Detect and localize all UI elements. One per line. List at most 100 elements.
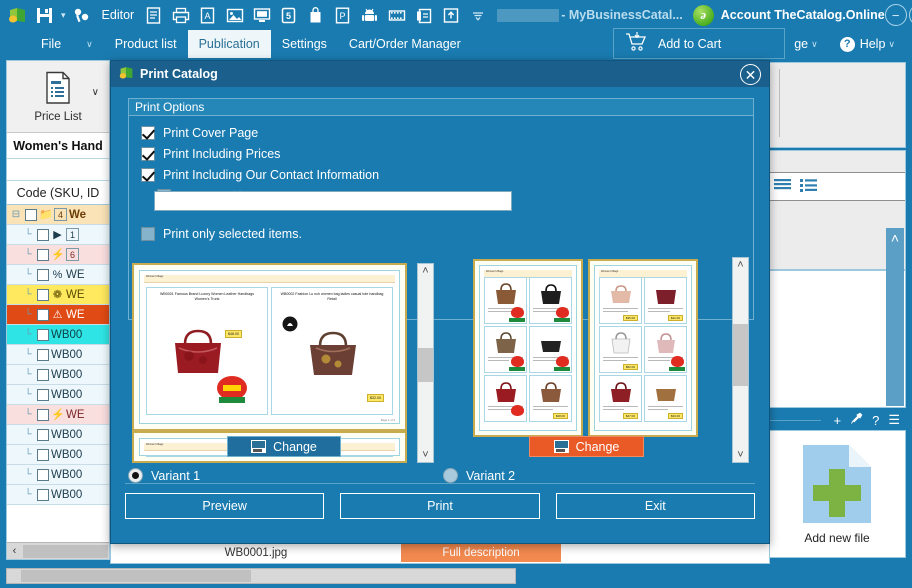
menu-button[interactable]: ☰: [888, 412, 900, 428]
menu-item-publication[interactable]: Publication: [187, 30, 271, 58]
row-checkbox[interactable]: [25, 208, 37, 221]
tree-toggle-icon[interactable]: └: [21, 469, 35, 480]
checkbox-print-only-selected[interactable]: Print only selected items.: [129, 223, 302, 244]
menu-item-help[interactable]: ? Help ∨: [829, 36, 906, 52]
exit-button[interactable]: Exit: [555, 493, 755, 519]
checkbox-icon[interactable]: [141, 146, 155, 161]
variant-1-preview[interactable]: Women's Bags WB0001 Famous Brand Luxury …: [132, 263, 407, 431]
product-list-hscrollbar[interactable]: ‹: [7, 542, 109, 559]
variant-1-scroll-thumb[interactable]: [418, 348, 433, 382]
save-icon[interactable]: [31, 2, 58, 28]
row-checkbox[interactable]: [37, 268, 49, 281]
tree-toggle-icon[interactable]: └: [21, 249, 35, 260]
checkbox-icon[interactable]: [141, 125, 155, 140]
checkbox-icon[interactable]: [141, 226, 155, 241]
right-panel-scroll-up[interactable]: ˄: [886, 228, 904, 406]
table-row[interactable]: └ WB00: [7, 345, 109, 365]
table-row[interactable]: └ WB00: [7, 445, 109, 465]
html5-export-icon[interactable]: 5: [275, 2, 302, 28]
tree-toggle-icon[interactable]: └: [21, 389, 35, 400]
menu-item-cart-order-manager[interactable]: Cart/Order Manager: [338, 30, 472, 58]
change-variant-2-button[interactable]: Change: [529, 436, 644, 457]
pin-icon[interactable]: [850, 412, 863, 428]
variant-2-preview[interactable]: Women's Bags $28.00 Women's Bags $35.00 …: [473, 259, 701, 437]
change-variant-1-button[interactable]: Change: [227, 436, 341, 457]
minimize-button[interactable]: −: [884, 4, 907, 26]
table-row[interactable]: └ ▶ 1: [7, 225, 109, 245]
tree-toggle-icon[interactable]: └: [21, 309, 35, 320]
image-export-icon[interactable]: [221, 2, 248, 28]
table-row[interactable]: └ WB00: [7, 385, 109, 405]
tree-toggle-icon[interactable]: └: [21, 429, 35, 440]
menu-item-product-list[interactable]: Product list: [104, 30, 188, 58]
checkbox-print-cover-page[interactable]: Print Cover Page: [129, 122, 753, 143]
tree-toggle-icon[interactable]: └: [21, 409, 35, 420]
table-row[interactable]: └ ❁ WE: [7, 285, 109, 305]
row-checkbox[interactable]: [37, 308, 49, 321]
tree-toggle-icon[interactable]: └: [21, 329, 35, 340]
tree-toggle-icon[interactable]: └: [21, 349, 35, 360]
save-dropdown-caret-icon[interactable]: ▾: [58, 10, 69, 21]
add-button[interactable]: +: [834, 413, 842, 428]
tree-toggle-icon[interactable]: └: [21, 489, 35, 500]
tree-toggle-icon[interactable]: └: [21, 229, 35, 240]
help-button[interactable]: ?: [872, 413, 879, 428]
filter-input[interactable]: [7, 159, 109, 181]
table-row[interactable]: └ ⚡ 6: [7, 245, 109, 265]
upload-export-icon[interactable]: [437, 2, 464, 28]
editor-tools-icon[interactable]: [69, 2, 96, 28]
table-row[interactable]: └ WB00: [7, 465, 109, 485]
add-to-cart-button[interactable]: Add to Cart: [613, 28, 785, 59]
scroll-up-icon[interactable]: ˄: [737, 258, 743, 272]
add-new-file-button[interactable]: Add new file: [768, 430, 906, 558]
print-button[interactable]: Print: [340, 493, 540, 519]
scroll-left-icon[interactable]: ‹: [7, 545, 22, 557]
row-checkbox[interactable]: [37, 368, 49, 381]
screen-export-icon[interactable]: [248, 2, 275, 28]
shopping-bag-icon[interactable]: [302, 2, 329, 28]
table-row[interactable]: └ WB00: [7, 325, 109, 345]
scroll-down-icon[interactable]: ˅: [422, 448, 428, 462]
main-hscrollbar[interactable]: [6, 568, 516, 584]
clipboard-export-icon[interactable]: [410, 2, 437, 28]
main-hscroll-thumb[interactable]: [21, 570, 251, 582]
full-description-tag[interactable]: Full description: [401, 544, 561, 562]
checkbox-print-including-prices[interactable]: Print Including Prices: [129, 143, 753, 164]
price-list-chevron-down-icon[interactable]: ∨: [92, 87, 99, 98]
scroll-up-icon[interactable]: ˄: [422, 264, 428, 278]
table-row[interactable]: ⊟ 📁 4 We: [7, 205, 109, 225]
row-checkbox[interactable]: [37, 288, 49, 301]
more-options-icon[interactable]: [464, 2, 491, 28]
tree-toggle-icon[interactable]: ⊟: [9, 209, 23, 220]
row-checkbox[interactable]: [37, 248, 49, 261]
dialog-close-button[interactable]: ✕: [740, 64, 761, 85]
menu-item-language[interactable]: ge ∨: [783, 37, 829, 51]
checkbox-icon[interactable]: [141, 167, 155, 182]
row-checkbox[interactable]: [37, 468, 49, 481]
video-export-icon[interactable]: [383, 2, 410, 28]
bullet-list-icon[interactable]: [799, 177, 819, 196]
menu-item-file-caret[interactable]: ∨: [72, 30, 104, 58]
tree-toggle-icon[interactable]: └: [21, 289, 35, 300]
row-checkbox[interactable]: [37, 348, 49, 361]
scroll-down-icon[interactable]: ˅: [737, 448, 743, 462]
row-checkbox[interactable]: [37, 448, 49, 461]
row-checkbox[interactable]: [37, 228, 49, 241]
custom-title-field[interactable]: [155, 192, 511, 210]
variant-1-scrollbar[interactable]: ˄ ˅: [417, 263, 434, 463]
hscroll-thumb[interactable]: [23, 544, 108, 558]
row-checkbox[interactable]: [37, 408, 49, 421]
table-row[interactable]: └ ⚠ WE: [7, 305, 109, 325]
radio-icon[interactable]: [128, 468, 143, 483]
column-header-code[interactable]: Code (SKU, ID: [7, 181, 109, 205]
row-checkbox[interactable]: [37, 328, 49, 341]
table-row[interactable]: └% WE: [7, 265, 109, 285]
row-checkbox[interactable]: [37, 388, 49, 401]
print-icon[interactable]: [167, 2, 194, 28]
tree-toggle-icon[interactable]: └: [21, 369, 35, 380]
document-export-icon[interactable]: [140, 2, 167, 28]
variant-2-scroll-thumb[interactable]: [733, 324, 748, 386]
custom-title-input[interactable]: [154, 191, 512, 211]
checkbox-print-contact-information[interactable]: Print Including Our Contact Information: [129, 164, 753, 185]
menu-item-settings[interactable]: Settings: [271, 30, 338, 58]
